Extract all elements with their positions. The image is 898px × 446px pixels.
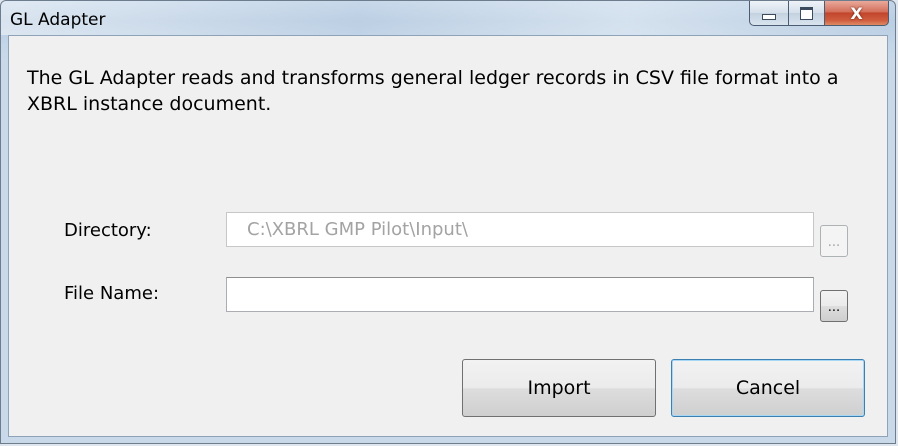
cancel-button[interactable]: Cancel [671, 359, 865, 417]
directory-field[interactable]: C:\XBRL GMP Pilot\Input\ [226, 212, 814, 247]
window-title: GL Adapter [10, 10, 106, 30]
file-name-label: File Name: [64, 283, 160, 304]
caption-buttons: X [749, 1, 889, 27]
gl-adapter-window: GL Adapter X The GL Adapter reads and tr… [0, 0, 896, 444]
title-bar[interactable]: GL Adapter X [1, 1, 895, 35]
close-icon: X [850, 3, 863, 23]
minimize-icon [762, 14, 776, 20]
import-button[interactable]: Import [462, 359, 656, 417]
file-name-field[interactable] [226, 277, 814, 312]
description-text: The GL Adapter reads and transforms gene… [27, 67, 839, 115]
directory-browse-button[interactable]: ... [820, 225, 848, 257]
directory-label: Directory: [64, 220, 152, 241]
minimize-button[interactable] [749, 1, 789, 26]
maximize-icon [800, 6, 813, 20]
maximize-button[interactable] [789, 1, 825, 26]
close-button[interactable]: X [825, 1, 889, 26]
file-name-browse-button[interactable]: ... [820, 290, 848, 322]
